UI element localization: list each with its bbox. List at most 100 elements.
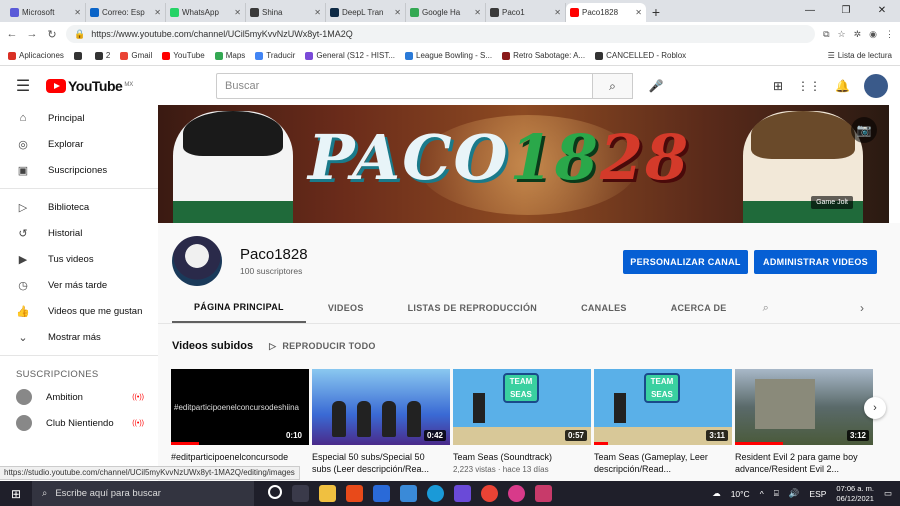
channel-tab[interactable]: PÁGINA PRINCIPAL — [172, 293, 306, 323]
video-title[interactable]: Team Seas (Gameplay, Leer descripción/Re… — [594, 451, 732, 475]
puzzle-icon[interactable]: ✲ — [854, 29, 862, 40]
photos-icon[interactable] — [454, 485, 471, 502]
bookmark-item[interactable]: Aplicaciones — [8, 51, 64, 60]
bookmark-item[interactable]: YouTube — [162, 51, 205, 60]
reading-list[interactable]: ☰ Lista de lectura — [828, 51, 892, 60]
clock[interactable]: 07:06 a. m. 06/12/2021 — [836, 484, 874, 504]
video-thumbnail[interactable]: TEAM SEAS 0:57 — [453, 369, 591, 445]
forward-icon[interactable]: → — [26, 28, 38, 40]
sidebar-item[interactable]: 👍 Videos que me gustan — [0, 298, 158, 324]
video-title[interactable]: Especial 50 subs/Special 50 subs (Leer d… — [312, 451, 450, 475]
maximize-button[interactable]: ❐ — [828, 0, 864, 22]
account-avatar[interactable] — [864, 74, 888, 98]
bookmark-item[interactable]: General (S12 - HIST... — [305, 51, 395, 60]
video-thumbnail[interactable]: TEAM SEAS 3:11 — [594, 369, 732, 445]
browser-tab[interactable]: Google Ha ✕ — [406, 3, 486, 22]
chrome-icon[interactable] — [481, 485, 498, 502]
browser-tab[interactable]: WhatsApp ✕ — [166, 3, 246, 22]
sidebar-item[interactable]: ↺ Historial — [0, 220, 158, 246]
paint-icon[interactable] — [535, 485, 552, 502]
file-explorer-icon[interactable] — [319, 485, 336, 502]
manage-videos-button[interactable]: ADMINISTRAR VIDEOS — [754, 250, 877, 274]
subscription-item[interactable]: Club Nientiendo ((•)) — [0, 410, 158, 436]
video-card[interactable]: TEAM SEAS 3:11 Team Seas (Gameplay, Leer d… — [594, 369, 732, 475]
channel-tab[interactable]: CANALES — [559, 293, 649, 323]
temperature[interactable]: 10°C — [731, 489, 750, 499]
sidebar-item[interactable]: ▶ Tus videos — [0, 246, 158, 272]
sidebar-item[interactable]: ⌄ Mostrar más — [0, 324, 158, 350]
taskbar-search[interactable]: ⌕ Escribe aquí para buscar — [32, 481, 254, 506]
minimize-button[interactable]: — — [792, 0, 828, 22]
channel-search-icon[interactable]: ⌕ — [763, 302, 769, 315]
close-window-button[interactable]: ✕ — [864, 0, 900, 22]
channel-tab[interactable]: LISTAS DE REPRODUCCIÓN — [386, 293, 559, 323]
network-icon[interactable]: ⌸ — [774, 488, 779, 499]
sidebar-item[interactable]: ▣ Suscripciones — [0, 157, 158, 183]
browser-tab[interactable]: Paco1 ✕ — [486, 3, 566, 22]
tab-close-icon[interactable]: ✕ — [74, 8, 81, 17]
create-video-icon[interactable]: ⊞ — [773, 79, 783, 93]
bookmark-item[interactable]: Maps — [214, 51, 245, 60]
tab-close-icon[interactable]: ✕ — [154, 8, 161, 17]
apps-grid-icon[interactable]: ⋮⋮ — [797, 79, 821, 93]
app-icon[interactable] — [508, 485, 525, 502]
volume-icon[interactable]: 🔊 — [789, 488, 800, 499]
video-card[interactable]: #editparticipoenelconcursodeshiina 0:10 #e… — [171, 369, 309, 475]
tab-close-icon[interactable]: ✕ — [394, 8, 401, 17]
bookmark-item[interactable]: League Bowling - S... — [405, 51, 492, 60]
tray-arrow-icon[interactable]: ^ — [760, 489, 764, 499]
back-icon[interactable]: ← — [6, 28, 18, 40]
office-icon[interactable] — [346, 485, 363, 502]
browser-tab[interactable]: DeepL Tran ✕ — [326, 3, 406, 22]
channel-tab[interactable]: ACERCA DE — [649, 293, 749, 323]
tab-close-icon[interactable]: ✕ — [635, 8, 642, 17]
bookmark-item[interactable]: Traducir — [255, 51, 295, 60]
sidebar-item[interactable]: ◷ Ver más tarde — [0, 272, 158, 298]
extension-icon[interactable]: ⧉ — [823, 29, 829, 40]
microphone-icon[interactable]: 🎤 — [641, 79, 671, 93]
search-input[interactable]: Buscar — [216, 73, 593, 99]
sidebar-item[interactable]: ▷ Biblioteca — [0, 194, 158, 220]
menu-dots-icon[interactable]: ⋮ — [885, 29, 894, 40]
reload-icon[interactable]: ↻ — [46, 28, 58, 41]
video-card[interactable]: TEAM SEAS 0:57 Team Seas (Soundtrack) 2,223… — [453, 369, 591, 475]
edit-banner-camera-icon[interactable]: 📷 — [851, 117, 877, 143]
language-indicator[interactable]: ESP — [809, 489, 826, 499]
tab-close-icon[interactable]: ✕ — [234, 8, 241, 17]
edge-icon[interactable] — [427, 485, 444, 502]
sidebar-item[interactable]: ◎ Explorar — [0, 131, 158, 157]
cortana-icon[interactable] — [268, 485, 282, 499]
tab-close-icon[interactable]: ✕ — [474, 8, 481, 17]
video-title[interactable]: Resident Evil 2 para game boy advance/Re… — [735, 451, 873, 475]
channel-avatar[interactable] — [172, 236, 222, 286]
browser-tab[interactable]: Paco1828 ✕ — [566, 3, 646, 22]
tabs-scroll-right-icon[interactable]: › — [860, 301, 864, 315]
section-title[interactable]: Videos subidos — [172, 340, 253, 352]
video-card[interactable]: 0:42 Especial 50 subs/Special 50 subs (Le… — [312, 369, 450, 475]
bookmark-item[interactable] — [73, 51, 85, 60]
bookmark-item[interactable]: Gmail — [120, 51, 152, 60]
url-field[interactable]: 🔒 https://www.youtube.com/channel/UCil5m… — [66, 25, 816, 43]
tab-close-icon[interactable]: ✕ — [554, 8, 561, 17]
store-icon[interactable] — [400, 485, 417, 502]
hamburger-menu-icon[interactable]: ☰ — [0, 76, 46, 96]
play-all-button[interactable]: ▷ REPRODUCIR TODO — [269, 341, 376, 352]
notifications-icon[interactable]: ▭ — [884, 488, 892, 499]
bookmark-item[interactable]: Retro Sabotage: A... — [502, 51, 585, 60]
video-thumbnail[interactable]: 3:12 — [735, 369, 873, 445]
mail-icon[interactable] — [373, 485, 390, 502]
video-thumbnail[interactable]: #editparticipoenelconcursodeshiina 0:10 — [171, 369, 309, 445]
video-thumbnail[interactable]: 0:42 — [312, 369, 450, 445]
weather-icon[interactable]: ☁ — [712, 488, 721, 499]
notifications-bell-icon[interactable]: 🔔 — [835, 79, 850, 93]
task-view-icon[interactable] — [292, 485, 309, 502]
video-title[interactable]: Team Seas (Soundtrack) — [453, 451, 591, 463]
browser-tab[interactable]: Microsoft ✕ — [6, 3, 86, 22]
bookmark-item[interactable]: CANCELLED - Roblox — [595, 51, 686, 60]
youtube-logo[interactable]: YouTube MX — [46, 78, 216, 94]
carousel-next-button[interactable]: › — [864, 397, 886, 419]
video-card[interactable]: 3:12 Resident Evil 2 para game boy advanc… — [735, 369, 873, 475]
browser-tab[interactable]: Shina ✕ — [246, 3, 326, 22]
customize-channel-button[interactable]: PERSONALIZAR CANAL — [623, 250, 748, 274]
tab-close-icon[interactable]: ✕ — [314, 8, 321, 17]
